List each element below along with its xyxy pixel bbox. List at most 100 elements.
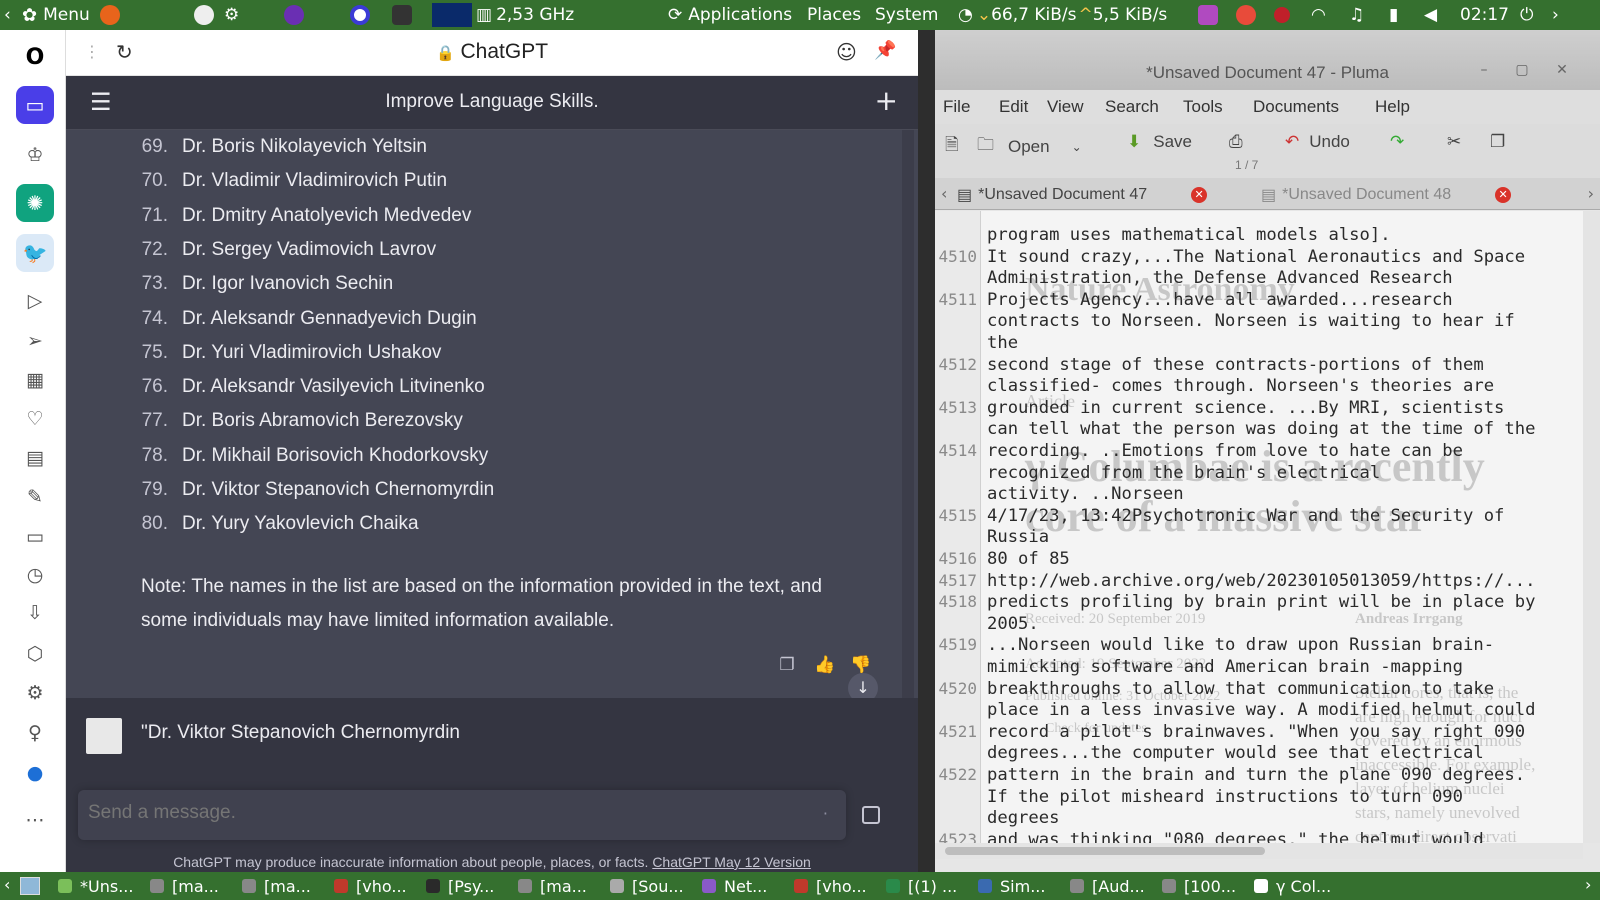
- places-menu[interactable]: Places: [807, 0, 861, 30]
- firefox-launcher-icon[interactable]: [100, 0, 120, 30]
- taskbar-task[interactable]: γ Col...: [1254, 875, 1331, 897]
- settings-icon[interactable]: ⚙: [22, 680, 48, 706]
- cpu-frequency[interactable]: ▥ 2,53 GHz: [476, 0, 574, 30]
- tabs-right-arrow-icon[interactable]: ›: [1588, 184, 1594, 203]
- redo-icon[interactable]: ↷: [1390, 132, 1404, 152]
- taskbar-task[interactable]: [ma...: [242, 875, 311, 897]
- heart-icon[interactable]: ♡: [22, 406, 48, 432]
- tab-document-48[interactable]: ▤ *Unsaved Document 48 ✕: [1261, 182, 1512, 208]
- speech-icon[interactable]: ●: [22, 760, 48, 786]
- taskbar-task[interactable]: [100...: [1162, 875, 1236, 897]
- chat-scrollbar[interactable]: [902, 130, 914, 698]
- open-button[interactable]: 🗀 Open ⌄: [977, 132, 1082, 161]
- new-document-icon[interactable]: 🗎: [945, 132, 959, 161]
- taskbar-task[interactable]: [ma...: [150, 875, 219, 897]
- panel-right-arrow[interactable]: ›: [1552, 0, 1559, 30]
- extensions-icon[interactable]: ⬡: [22, 641, 48, 667]
- hscroll-thumb[interactable]: [945, 847, 1265, 855]
- applications-menu[interactable]: ⟳ Applications: [668, 0, 792, 30]
- taskbar-task[interactable]: *Uns...: [58, 875, 133, 897]
- taskbar-task[interactable]: [Psy...: [426, 875, 494, 897]
- settings-applet-icon[interactable]: ⚙: [224, 0, 239, 30]
- editor-vertical-scrollbar[interactable]: [1583, 211, 1600, 843]
- version-link[interactable]: ChatGPT May 12 Version: [652, 854, 810, 870]
- save-button[interactable]: ⬇ Save: [1127, 132, 1192, 152]
- menu-documents[interactable]: Documents: [1253, 97, 1339, 117]
- send-icon[interactable]: ➢: [22, 328, 48, 354]
- line-number: 4514: [938, 441, 977, 460]
- list-item-number: 72.: [141, 238, 168, 260]
- apps-grid-icon[interactable]: ▦: [22, 367, 48, 393]
- tab-47-close-icon[interactable]: ✕: [1191, 187, 1208, 203]
- system-menu[interactable]: System: [875, 0, 938, 30]
- thumbs-up-icon[interactable]: 👍: [814, 655, 836, 677]
- taskbar-task[interactable]: Sim...: [978, 875, 1045, 897]
- message-input[interactable]: [88, 802, 788, 824]
- tray-app-icon-1[interactable]: [1198, 0, 1218, 30]
- history-icon[interactable]: ◷: [22, 562, 48, 588]
- more-icon[interactable]: ⋯: [22, 807, 48, 833]
- print-icon[interactable]: ⎙: [1229, 132, 1243, 152]
- close-icon[interactable]: ✕: [1553, 62, 1571, 80]
- text-editor[interactable]: 4510 4511 4512 4513 4514 4515 4516 4517 4518 4519…: [935, 211, 1583, 843]
- tray-purple-icon[interactable]: [284, 0, 304, 30]
- taskbar-right-arrow[interactable]: ›: [1585, 875, 1591, 894]
- tab-document-47[interactable]: ▤ *Unsaved Document 47 ✕: [957, 182, 1208, 208]
- news-icon[interactable]: ▤: [22, 445, 48, 471]
- undo-button[interactable]: ↶ Undo: [1285, 132, 1350, 152]
- tips-icon[interactable]: ♀: [22, 720, 48, 746]
- clock[interactable]: 02:17: [1460, 0, 1509, 30]
- tab-48-label: *Unsaved Document 48: [1282, 186, 1452, 203]
- power-icon[interactable]: ⏻: [1520, 0, 1533, 30]
- taskbar-task[interactable]: [(1) ...: [886, 875, 957, 897]
- copy-doc-icon[interactable]: ❐: [1490, 132, 1505, 152]
- edit-icon[interactable]: ✎: [22, 484, 48, 510]
- editor-horizontal-scrollbar[interactable]: [935, 843, 1583, 859]
- workspace-icon[interactable]: ▭: [16, 86, 54, 124]
- terminal-launcher-icon[interactable]: [392, 0, 412, 30]
- menu-search[interactable]: Search: [1105, 97, 1159, 117]
- tab-title[interactable]: 🔒 ChatGPT: [66, 40, 918, 64]
- pin-icon[interactable]: 📌: [874, 40, 896, 61]
- notifications-icon[interactable]: ♫: [1349, 0, 1364, 30]
- tray-a-icon[interactable]: [194, 0, 214, 30]
- tabs-left-arrow-icon[interactable]: ‹: [941, 184, 947, 203]
- show-desktop-icon[interactable]: [20, 877, 40, 895]
- panel-left-arrow[interactable]: ‹: [4, 0, 11, 30]
- maximize-icon[interactable]: ▢: [1513, 62, 1531, 80]
- taskbar-task[interactable]: [Sou...: [610, 875, 684, 897]
- menu-edit[interactable]: Edit: [999, 97, 1028, 117]
- taskbar-task[interactable]: [vho...: [794, 875, 867, 897]
- crown-icon[interactable]: ♔: [22, 142, 48, 168]
- taskbar-task[interactable]: [ma...: [518, 875, 587, 897]
- opera-logo-icon[interactable]: O: [16, 38, 54, 76]
- volume-icon[interactable]: ◀: [1424, 0, 1437, 30]
- menu-help[interactable]: Help: [1375, 97, 1410, 117]
- opera-launcher-icon[interactable]: [350, 0, 370, 30]
- twitter-sidebar-icon[interactable]: 🐦: [16, 234, 54, 272]
- menu-file[interactable]: File: [943, 97, 970, 117]
- player-icon[interactable]: ▷: [22, 288, 48, 314]
- cut-icon[interactable]: ✂: [1447, 132, 1461, 152]
- taskbar-task[interactable]: Net...: [702, 875, 767, 897]
- tray-app-icon-2[interactable]: [1236, 0, 1256, 30]
- stop-generating-button[interactable]: [862, 806, 880, 824]
- tab-48-close-icon[interactable]: ✕: [1495, 187, 1512, 203]
- chatgpt-sidebar-icon[interactable]: ✺: [16, 184, 54, 222]
- main-menu-button[interactable]: ✿ Menu: [22, 0, 90, 30]
- network-speed[interactable]: ◔ ⌄ 66,7 KiB/s ^ 5,5 KiB/s: [958, 0, 1167, 30]
- emoji-icon[interactable]: ☺: [836, 40, 857, 64]
- taskbar-task[interactable]: [vho...: [334, 875, 407, 897]
- tray-record-icon[interactable]: [1274, 0, 1290, 30]
- tabs-icon[interactable]: ▭: [22, 524, 48, 550]
- downloads-icon[interactable]: ⇩: [22, 600, 48, 626]
- copy-icon[interactable]: ❐: [776, 655, 798, 677]
- menu-tools[interactable]: Tools: [1183, 97, 1223, 117]
- new-chat-plus-icon[interactable]: +: [875, 84, 898, 117]
- minimize-icon[interactable]: –: [1475, 62, 1493, 80]
- wifi-icon[interactable]: ◠: [1311, 0, 1326, 30]
- menu-view[interactable]: View: [1047, 97, 1084, 117]
- battery-icon[interactable]: ▮: [1389, 0, 1398, 30]
- taskbar-task[interactable]: [Aud...: [1070, 875, 1145, 897]
- taskbar-left-arrow[interactable]: ‹: [4, 875, 10, 894]
